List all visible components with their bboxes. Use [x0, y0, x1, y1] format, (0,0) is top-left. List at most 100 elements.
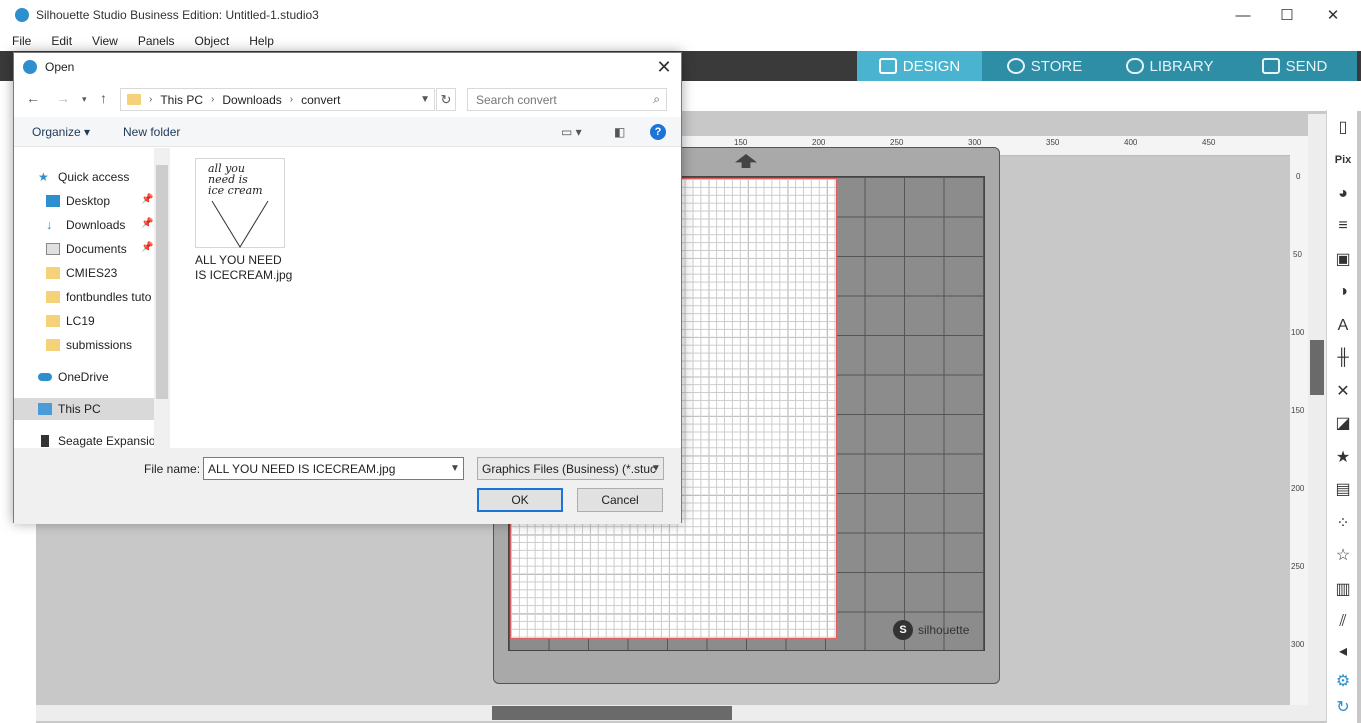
- tab-library[interactable]: LIBRARY: [1107, 51, 1232, 81]
- breadcrumb-this-pc[interactable]: This PC: [160, 93, 203, 107]
- nav-downloads[interactable]: ↓ Downloads: [46, 214, 125, 236]
- cloud-icon: [38, 373, 52, 381]
- nav-label: OneDrive: [58, 370, 109, 384]
- dialog-close-button[interactable]: ✕: [653, 55, 675, 79]
- store-icon: [1006, 58, 1025, 74]
- ruler-tick: 400: [1124, 138, 1138, 147]
- horizontal-scroll-thumb[interactable]: [492, 706, 732, 720]
- menu-edit[interactable]: Edit: [39, 34, 80, 48]
- close-button[interactable]: ✕: [1310, 0, 1356, 30]
- breadcrumb-convert[interactable]: convert: [301, 93, 340, 107]
- tab-store-label: STORE: [1030, 57, 1083, 75]
- transparency-icon[interactable]: ◑: [1331, 280, 1355, 304]
- menu-view[interactable]: View: [80, 34, 126, 48]
- nav-label: This PC: [58, 402, 101, 416]
- menu-object[interactable]: Object: [183, 34, 238, 48]
- ruler-tick: 250: [890, 138, 904, 147]
- ruler-tick: 150: [734, 138, 748, 147]
- drive-icon: [41, 435, 49, 447]
- menu-file[interactable]: File: [0, 34, 39, 48]
- open-dialog: Open ✕ ← → ▾ ↑ › This PC › Downloads › c…: [13, 52, 682, 524]
- nav-documents[interactable]: Documents: [46, 238, 127, 260]
- chevron-right-icon: ›: [289, 94, 294, 105]
- lines-icon[interactable]: ≡: [1331, 214, 1355, 238]
- file-name-field-label: File name:: [144, 462, 201, 476]
- search-input[interactable]: Search convert ⌕: [467, 88, 667, 111]
- cutter-icon: [1261, 58, 1280, 74]
- new-folder-button[interactable]: New folder: [123, 125, 180, 139]
- chevron-right-icon: ›: [149, 94, 153, 105]
- chevron-down-icon[interactable]: ▼: [450, 463, 460, 474]
- maximize-button[interactable]: ☐: [1264, 0, 1310, 30]
- trace-icon[interactable]: ▥: [1331, 578, 1355, 602]
- organize-button[interactable]: Organize ▾: [32, 125, 90, 139]
- view-options-icon[interactable]: ▭ ▾: [561, 125, 582, 139]
- nav-seagate[interactable]: Seagate Expansion: [38, 430, 162, 448]
- nav-folder-fontbundles[interactable]: fontbundles tuto: [46, 286, 151, 308]
- align-icon[interactable]: ╫: [1331, 346, 1355, 370]
- settings-icon[interactable]: ⚙: [1331, 670, 1355, 694]
- nav-scroll-thumb[interactable]: [156, 165, 168, 399]
- up-arrow-icon[interactable]: ↑: [100, 90, 107, 106]
- cancel-button[interactable]: Cancel: [577, 488, 663, 512]
- minimize-button[interactable]: —: [1220, 0, 1266, 30]
- dialog-nav-bar: ← → ▾ ↑ › This PC › Downloads › convert …: [14, 86, 681, 114]
- sketch-icon[interactable]: ⫽: [1331, 610, 1355, 634]
- breadcrumb-downloads[interactable]: Downloads: [222, 93, 281, 107]
- ruler-tick: 150: [1291, 406, 1305, 415]
- nav-folder-submissions[interactable]: submissions: [46, 334, 132, 356]
- file-type-select[interactable]: Graphics Files (Business) (*.stuc: [477, 457, 664, 480]
- forward-arrow-icon[interactable]: →: [56, 90, 70, 106]
- star-icon[interactable]: ★: [1331, 446, 1355, 470]
- download-icon: ↓: [46, 217, 53, 232]
- desktop-icon: [46, 195, 60, 207]
- file-thumbnail[interactable]: all you need is ice cream: [195, 158, 285, 248]
- address-bar[interactable]: › This PC › Downloads › convert ▼: [120, 88, 435, 111]
- dots-icon[interactable]: ⁘: [1331, 512, 1355, 536]
- ruler-tick: 50: [1293, 250, 1302, 259]
- favorite-icon[interactable]: ☆: [1331, 544, 1355, 568]
- ok-button[interactable]: OK: [477, 488, 563, 512]
- nav-this-pc[interactable]: This PC: [14, 398, 154, 420]
- help-button[interactable]: ?: [650, 124, 666, 140]
- back-arrow-icon[interactable]: ←: [26, 90, 40, 106]
- library-icon[interactable]: ▤: [1331, 478, 1355, 502]
- tab-store[interactable]: STORE: [982, 51, 1107, 81]
- chevron-down-icon[interactable]: ▼: [651, 463, 661, 474]
- transform-icon[interactable]: ✕: [1331, 380, 1355, 404]
- refresh-button[interactable]: ↻: [436, 88, 456, 111]
- vertical-scrollbar[interactable]: [1308, 114, 1326, 706]
- menu-help[interactable]: Help: [237, 34, 282, 48]
- recent-chevron-icon[interactable]: ▾: [82, 94, 87, 105]
- page-setup-icon[interactable]: ▯: [1331, 116, 1355, 140]
- tab-send[interactable]: SEND: [1232, 51, 1357, 81]
- palette-icon[interactable]: ◕: [1331, 182, 1355, 206]
- star-icon: ★: [38, 170, 49, 184]
- nav-onedrive[interactable]: OneDrive: [38, 366, 109, 388]
- ruler-tick: 300: [1291, 640, 1305, 649]
- sync-icon[interactable]: ↻: [1331, 696, 1355, 720]
- nav-quick-access[interactable]: ★ Quick access: [38, 166, 129, 188]
- nav-label: submissions: [66, 338, 133, 352]
- text-icon[interactable]: A: [1331, 314, 1355, 338]
- dialog-title: Open: [45, 60, 75, 74]
- window-title: Silhouette Studio Business Edition: Unti…: [36, 8, 319, 22]
- chevron-right-icon: ›: [211, 94, 215, 105]
- modify-icon[interactable]: ◪: [1331, 412, 1355, 436]
- fill-icon[interactable]: ▣: [1331, 248, 1355, 272]
- file-name-label[interactable]: ALL YOU NEED IS ICECREAM.jpg: [195, 253, 293, 283]
- ice-cream-cone-icon: [211, 200, 269, 248]
- nav-label: fontbundles tuto: [66, 290, 152, 304]
- tab-design[interactable]: DESIGN: [857, 51, 982, 81]
- vertical-scroll-thumb[interactable]: [1310, 340, 1324, 395]
- file-name-input[interactable]: ALL YOU NEED IS ICECREAM.jpg: [203, 457, 464, 480]
- ruler-tick: 200: [1291, 484, 1305, 493]
- menu-panels[interactable]: Panels: [126, 34, 183, 48]
- nav-folder-cmies23[interactable]: CMIES23: [46, 262, 117, 284]
- collapse-icon[interactable]: ◂: [1331, 640, 1355, 664]
- nav-folder-lc19[interactable]: LC19: [46, 310, 95, 332]
- nav-desktop[interactable]: Desktop: [46, 190, 110, 212]
- preview-pane-icon[interactable]: ◧: [614, 125, 625, 139]
- chevron-down-icon[interactable]: ▼: [420, 94, 430, 105]
- pixscan-icon[interactable]: Pix: [1331, 148, 1355, 172]
